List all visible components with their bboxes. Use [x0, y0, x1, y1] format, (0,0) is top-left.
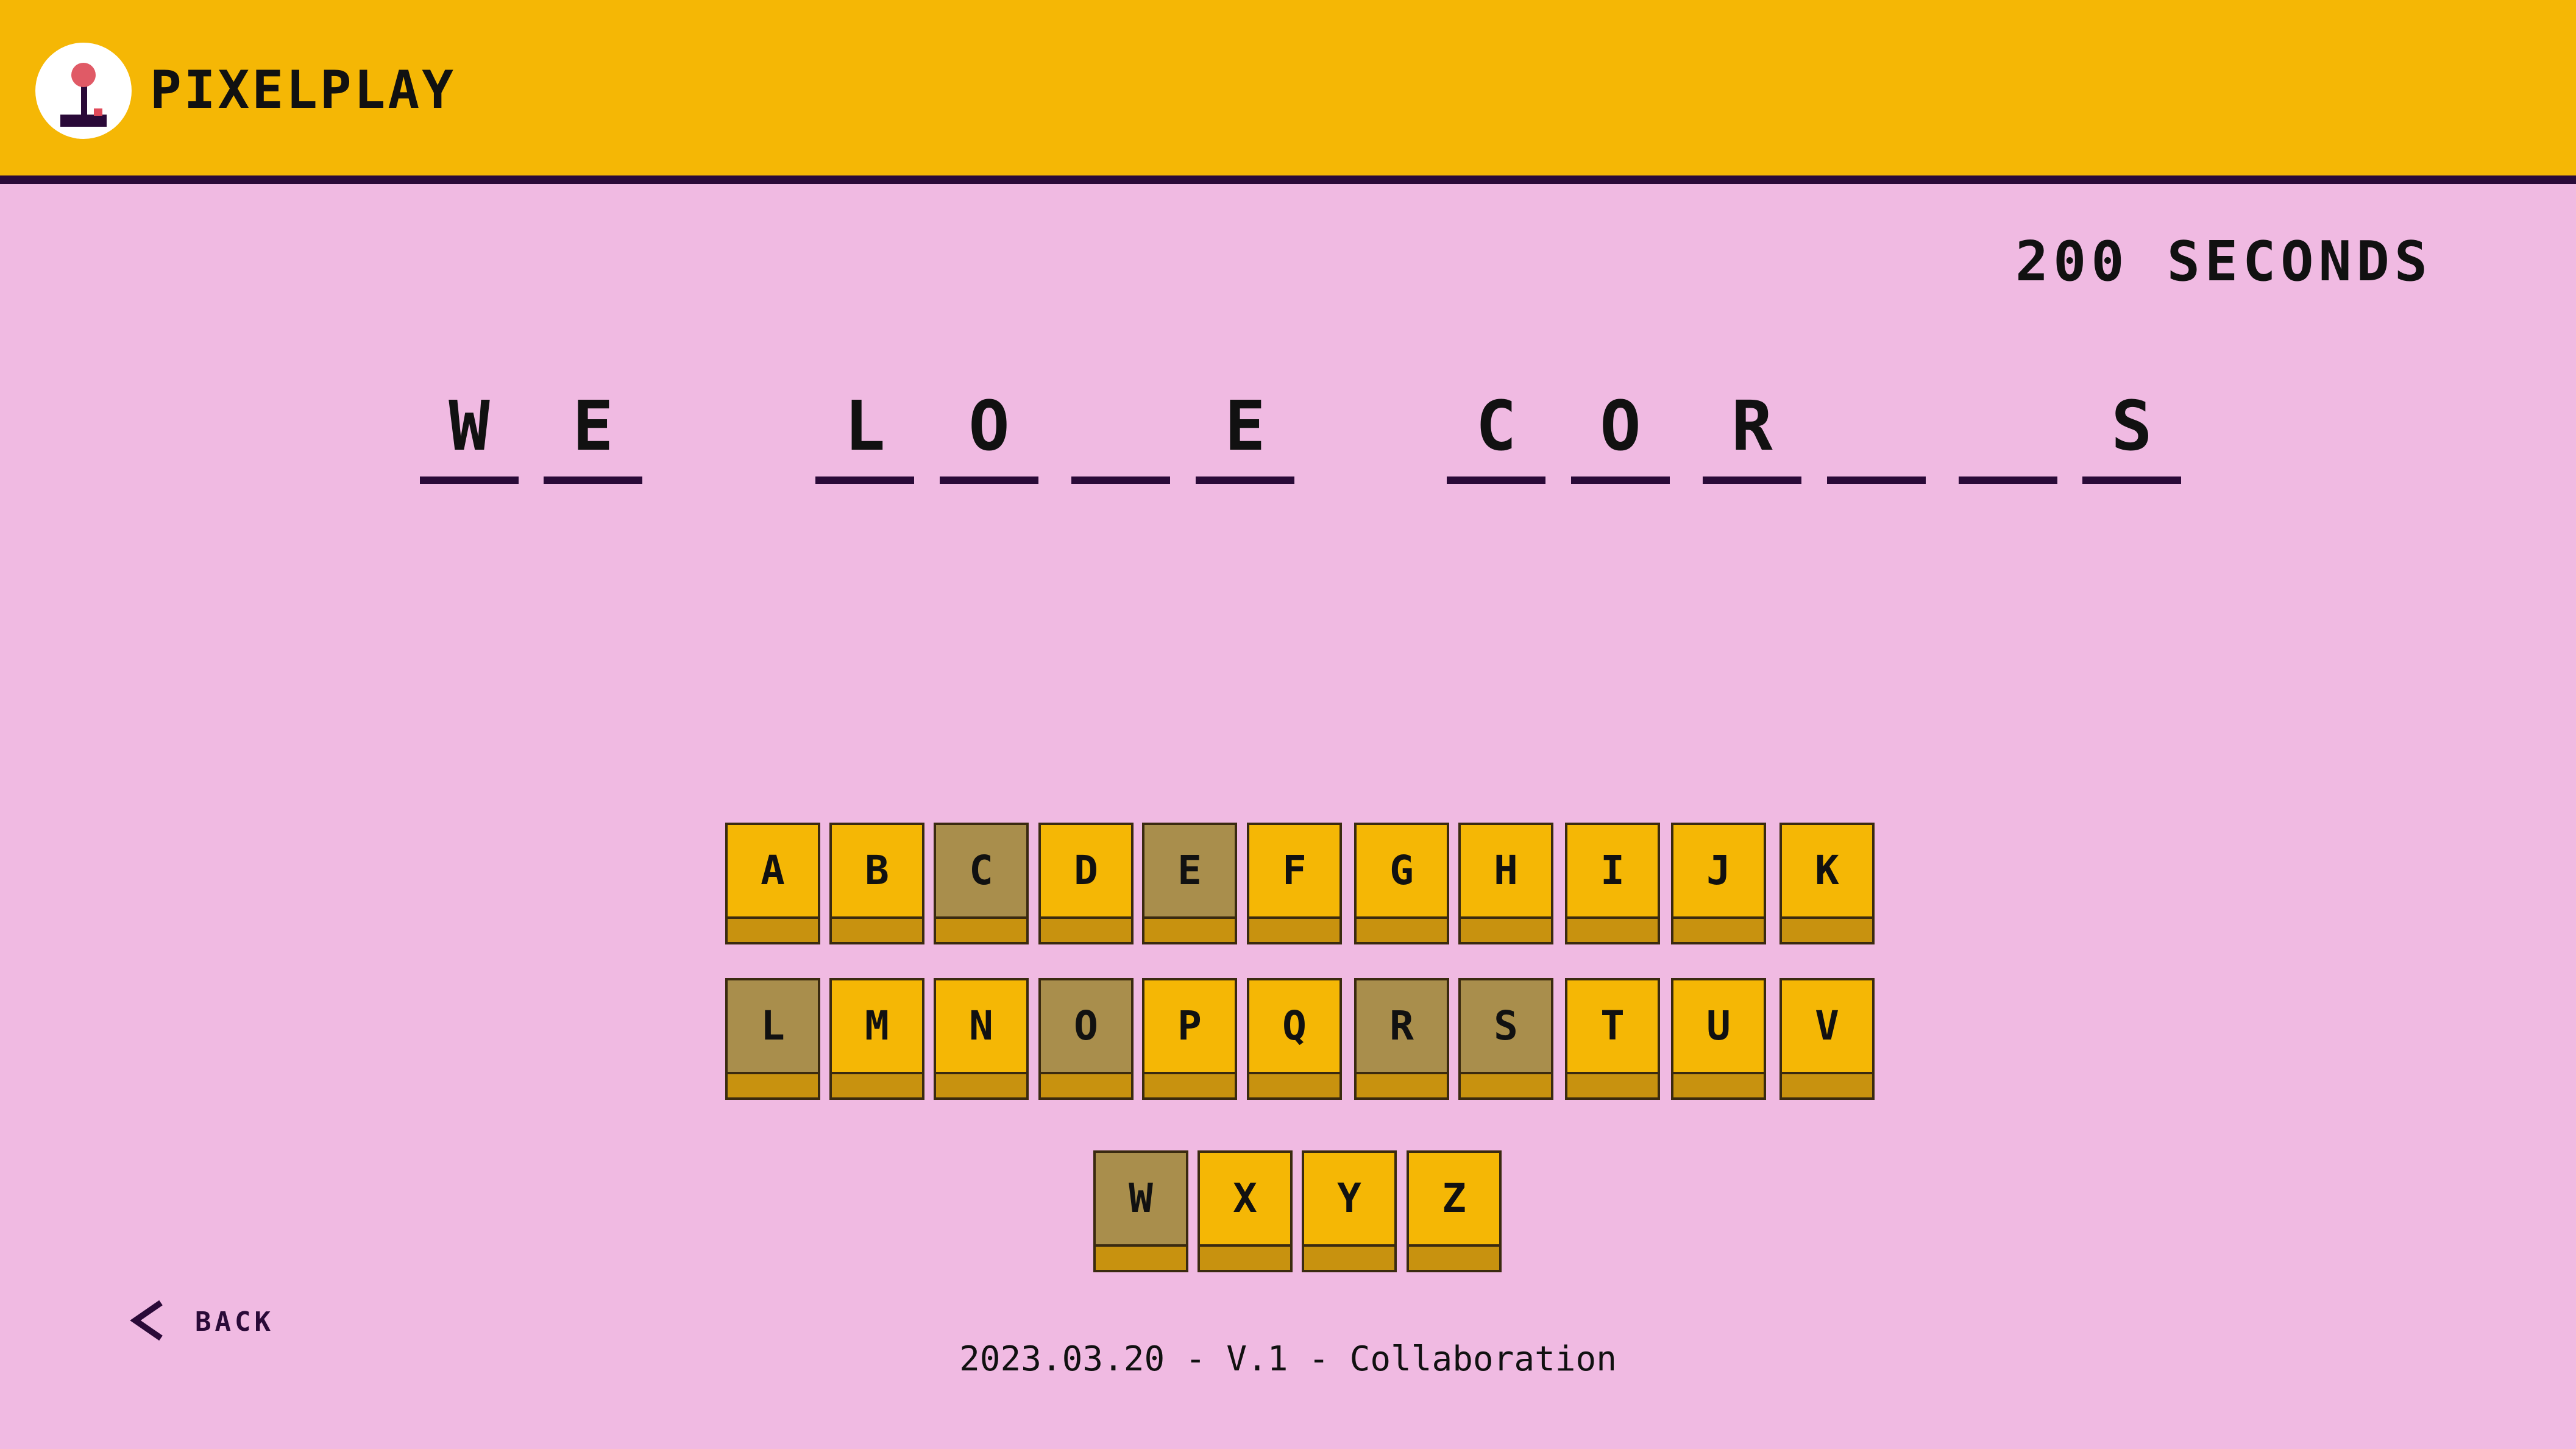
key-y[interactable]: Y: [1302, 1150, 1397, 1272]
letter-slot: O: [1571, 384, 1670, 484]
key-b[interactable]: B: [829, 823, 924, 944]
key-m[interactable]: M: [829, 978, 924, 1100]
key-base: [1357, 916, 1447, 942]
key-n[interactable]: N: [934, 978, 1029, 1100]
letter-slot: C: [1447, 384, 1545, 484]
letter-slot: W: [420, 384, 519, 484]
letter-slot: O: [940, 384, 1038, 484]
key-base: [1200, 1244, 1290, 1270]
letter-slot: [1071, 384, 1170, 484]
key-label: H: [1494, 847, 1518, 894]
key-base: [1782, 1072, 1872, 1097]
key-base: [1461, 1072, 1551, 1097]
letter-slot: R: [1703, 384, 1801, 484]
key-x[interactable]: X: [1198, 1150, 1293, 1272]
key-u[interactable]: U: [1671, 978, 1766, 1100]
key-label: I: [1600, 847, 1625, 894]
letter-slot: [1959, 384, 2057, 484]
key-label: X: [1233, 1175, 1257, 1222]
key-f[interactable]: F: [1247, 823, 1342, 944]
key-label: G: [1389, 847, 1414, 894]
key-base: [1249, 1072, 1339, 1097]
key-c[interactable]: C: [934, 823, 1029, 944]
letter-slot: [1827, 384, 1926, 484]
key-v[interactable]: V: [1779, 978, 1875, 1100]
key-base: [728, 1072, 818, 1097]
key-a[interactable]: A: [725, 823, 820, 944]
key-base: [1041, 1072, 1131, 1097]
key-base: [1673, 916, 1764, 942]
key-base: [1041, 916, 1131, 942]
key-base: [1357, 1072, 1447, 1097]
key-base: [1304, 1244, 1394, 1270]
letter-slot: L: [815, 384, 914, 484]
key-j[interactable]: J: [1671, 823, 1766, 944]
key-q[interactable]: Q: [1247, 978, 1342, 1100]
key-r[interactable]: R: [1354, 978, 1449, 1100]
letter-slot: E: [544, 384, 642, 484]
back-button[interactable]: BACK: [195, 1304, 274, 1341]
key-h[interactable]: H: [1458, 823, 1553, 944]
key-base: [1144, 1072, 1235, 1097]
key-label: O: [1074, 1002, 1098, 1049]
key-base: [1782, 916, 1872, 942]
key-label: Z: [1442, 1175, 1466, 1222]
key-base: [1673, 1072, 1764, 1097]
key-label: W: [1129, 1175, 1153, 1222]
chevron-left-icon[interactable]: [129, 1299, 166, 1342]
key-g[interactable]: G: [1354, 823, 1449, 944]
key-base: [1461, 916, 1551, 942]
key-base: [936, 916, 1026, 942]
key-label: V: [1815, 1002, 1839, 1049]
key-label: U: [1706, 1002, 1731, 1049]
key-base: [1249, 916, 1339, 942]
letter-slot: S: [2082, 384, 2181, 484]
key-w[interactable]: W: [1093, 1150, 1188, 1272]
key-i[interactable]: I: [1565, 823, 1660, 944]
letter-slot: E: [1196, 384, 1294, 484]
key-base: [832, 916, 922, 942]
key-t[interactable]: T: [1565, 978, 1660, 1100]
key-o[interactable]: O: [1038, 978, 1134, 1100]
key-z[interactable]: Z: [1407, 1150, 1502, 1272]
key-label: E: [1177, 847, 1202, 894]
key-label: F: [1282, 847, 1307, 894]
key-label: C: [969, 847, 993, 894]
key-label: T: [1600, 1002, 1625, 1049]
key-label: L: [761, 1002, 785, 1049]
key-label: B: [865, 847, 889, 894]
key-label: N: [969, 1002, 993, 1049]
key-l[interactable]: L: [725, 978, 820, 1100]
key-k[interactable]: K: [1779, 823, 1875, 944]
key-label: K: [1815, 847, 1839, 894]
joystick-icon[interactable]: [35, 43, 132, 139]
key-p[interactable]: P: [1142, 978, 1237, 1100]
key-s[interactable]: S: [1458, 978, 1553, 1100]
version-footer: 2023.03.20 - V.1 - Collaboration: [959, 1339, 1617, 1379]
key-label: Y: [1337, 1175, 1361, 1222]
key-base: [1096, 1244, 1186, 1270]
brand-title[interactable]: PIXELPLAY: [150, 60, 456, 121]
key-d[interactable]: D: [1038, 823, 1134, 944]
key-base: [832, 1072, 922, 1097]
key-base: [1567, 916, 1658, 942]
countdown-timer: 200 SECONDS: [2015, 230, 2432, 294]
key-base: [1567, 1072, 1658, 1097]
key-base: [936, 1072, 1026, 1097]
key-label: R: [1389, 1002, 1414, 1049]
key-label: M: [865, 1002, 889, 1049]
key-label: S: [1494, 1002, 1518, 1049]
key-label: D: [1074, 847, 1098, 894]
key-label: J: [1706, 847, 1731, 894]
key-base: [1409, 1244, 1499, 1270]
key-base: [728, 916, 818, 942]
key-label: P: [1177, 1002, 1202, 1049]
key-e[interactable]: E: [1142, 823, 1237, 944]
key-label: A: [761, 847, 785, 894]
key-label: Q: [1282, 1002, 1307, 1049]
key-base: [1144, 916, 1235, 942]
top-bar: PIXELPLAY: [0, 0, 2576, 184]
